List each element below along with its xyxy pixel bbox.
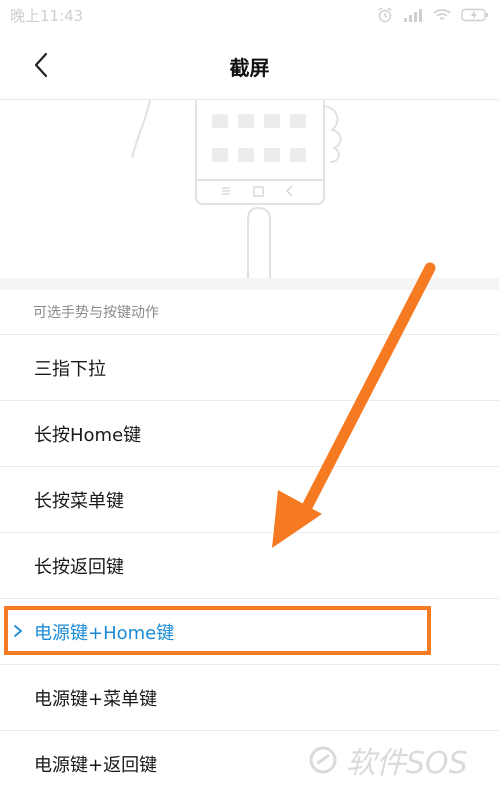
option-label: 长按返回键 (34, 557, 124, 578)
option-label: 三指下拉 (34, 359, 106, 380)
wifi-icon (433, 8, 451, 22)
option-label: 长按菜单键 (34, 491, 124, 512)
watermark: 软件SOS (308, 735, 498, 785)
option-long-press-back[interactable]: 长按返回键 (0, 532, 499, 598)
battery-icon (461, 8, 489, 22)
option-label: 电源键+返回键 (34, 755, 158, 776)
status-icons (377, 7, 489, 23)
option-long-press-home[interactable]: 长按Home键 (0, 400, 499, 466)
watermark-logo-icon (309, 746, 337, 774)
section-title: 可选手势与按键动作 (33, 305, 159, 321)
header: 截屏 (0, 30, 499, 100)
watermark-text: 软件SOS (346, 746, 468, 781)
option-three-finger-swipe[interactable]: 三指下拉 (0, 334, 499, 400)
options-list: 三指下拉 长按Home键 长按菜单键 长按返回键 电源键+Home键 电源键+菜… (0, 334, 499, 796)
section-divider (0, 278, 499, 290)
option-power-home[interactable]: 电源键+Home键 (0, 598, 499, 664)
screenshot-illustration (0, 99, 499, 278)
option-label: 长按Home键 (34, 425, 142, 446)
option-label: 电源键+菜单键 (34, 689, 158, 710)
alarm-icon (377, 7, 393, 23)
status-time: 晚上11:43 (10, 6, 84, 25)
chevron-right-icon (14, 625, 23, 637)
status-bar: 晚上11:43 (0, 0, 499, 30)
option-label: 电源键+Home键 (34, 623, 175, 644)
option-power-menu[interactable]: 电源键+菜单键 (0, 664, 499, 730)
option-long-press-menu[interactable]: 长按菜单键 (0, 466, 499, 532)
signal-icon (403, 8, 423, 22)
page-title: 截屏 (229, 56, 270, 80)
